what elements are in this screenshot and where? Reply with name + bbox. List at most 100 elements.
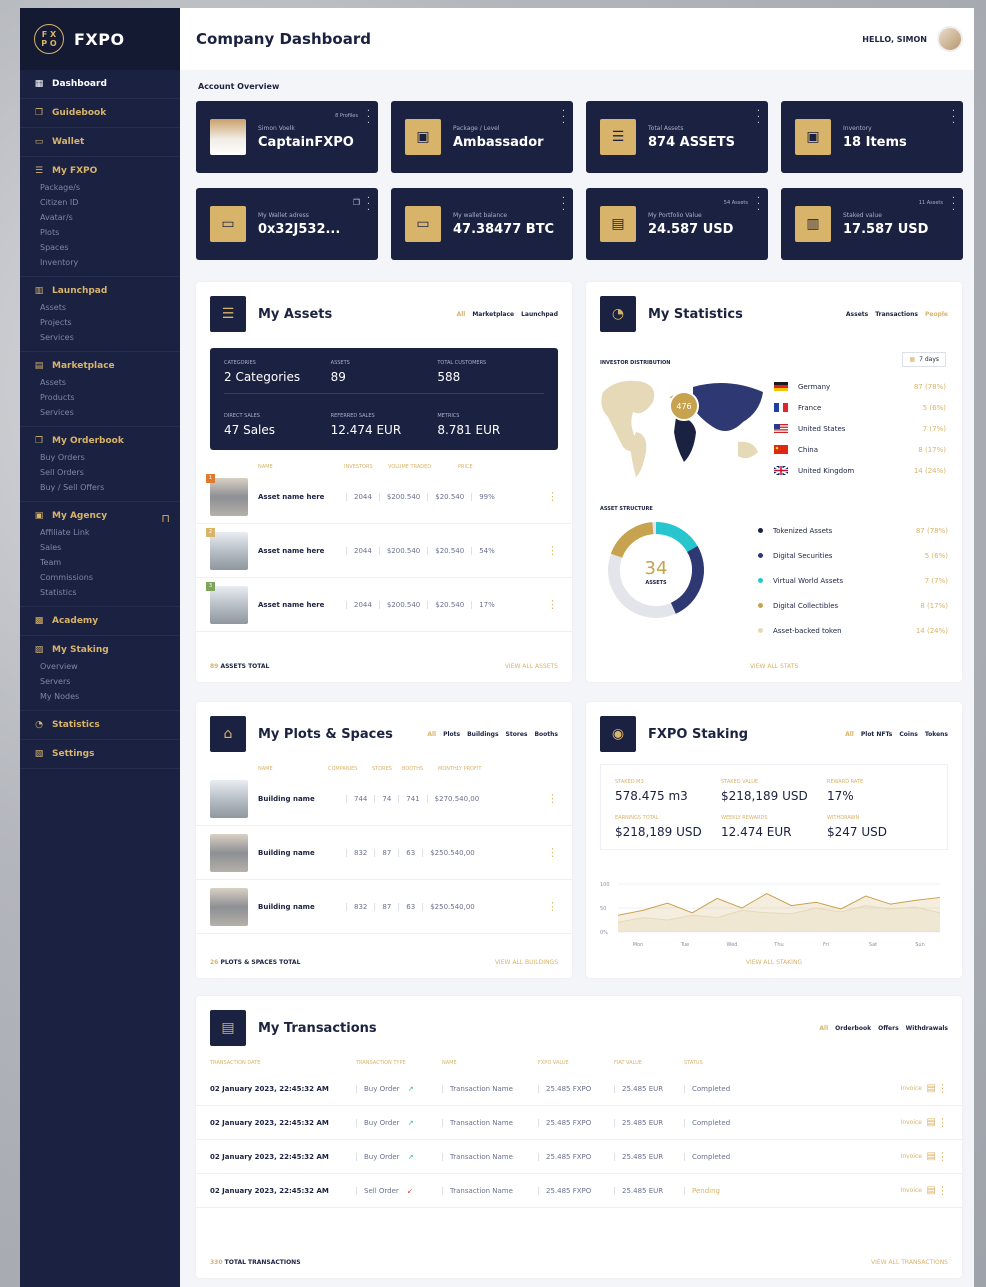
- invoice-icon[interactable]: ▤: [927, 1083, 936, 1094]
- sidebar-subitem[interactable]: Citizen ID: [20, 195, 180, 210]
- invoice-link[interactable]: Invoice: [901, 1187, 922, 1194]
- sidebar-subitem[interactable]: Assets: [20, 375, 180, 390]
- filter-tab-transactions[interactable]: Transactions: [875, 311, 918, 318]
- overview-card[interactable]: ▣ Inventory 18 Items · · ·: [781, 101, 963, 173]
- brand-logo[interactable]: F XP O FXPO: [20, 8, 180, 70]
- filter-tab-assets[interactable]: Assets: [846, 311, 868, 318]
- overview-card[interactable]: ▭ My Wallet adress 0x32J532... ❐ · · ·: [196, 188, 378, 260]
- kebab-menu-icon[interactable]: · · ·: [757, 194, 760, 216]
- sidebar-subitem[interactable]: Assets: [20, 300, 180, 315]
- kebab-menu-icon[interactable]: · · ·: [562, 194, 565, 216]
- kebab-menu-icon[interactable]: ⋮: [937, 1116, 948, 1129]
- sidebar-subitem[interactable]: Services: [20, 330, 180, 345]
- table-row[interactable]: Building name 832 87 63 $250.540,00 ⋮: [196, 880, 572, 934]
- table-row[interactable]: 2 Asset name here 2044 $200.540 $20.540 54% ⋮: [196, 524, 572, 578]
- overview-card[interactable]: ▥ Staked value 17.587 USD 11 Assets · · ·: [781, 188, 963, 260]
- avatar[interactable]: [937, 26, 963, 52]
- sidebar-subitem[interactable]: Statistics: [20, 585, 180, 600]
- sidebar-item-my-staking[interactable]: ▨ My Staking: [20, 636, 180, 659]
- kebab-menu-icon[interactable]: ⋮: [547, 900, 558, 913]
- sidebar-subitem[interactable]: Inventory: [20, 255, 180, 270]
- filter-tab-buildings[interactable]: Buildings: [467, 731, 498, 738]
- kebab-menu-icon[interactable]: ⋮: [547, 846, 558, 859]
- overview-card[interactable]: ▣ Package / Level Ambassador · · ·: [391, 101, 573, 173]
- sidebar-subitem[interactable]: Buy / Sell Offers: [20, 480, 180, 495]
- kebab-menu-icon[interactable]: · · ·: [367, 194, 370, 216]
- sidebar-subitem[interactable]: Overview: [20, 659, 180, 674]
- overview-card[interactable]: ☰ Total Assets 874 ASSETS · · ·: [586, 101, 768, 173]
- sidebar-subitem[interactable]: Package/s: [20, 180, 180, 195]
- sidebar-item-marketplace[interactable]: ▤ Marketplace: [20, 352, 180, 375]
- sidebar-subitem[interactable]: Sell Orders: [20, 465, 180, 480]
- overview-card[interactable]: ▭ My wallet balance 47.38477 BTC · · ·: [391, 188, 573, 260]
- sidebar-subitem[interactable]: Services: [20, 405, 180, 420]
- sidebar-subitem[interactable]: Team: [20, 555, 180, 570]
- invoice-link[interactable]: Invoice: [901, 1153, 922, 1160]
- filter-tab-all[interactable]: All: [427, 731, 436, 738]
- kebab-menu-icon[interactable]: ⋮: [937, 1082, 948, 1095]
- invoice-link[interactable]: Invoice: [901, 1119, 922, 1126]
- sidebar-subitem[interactable]: My Nodes: [20, 689, 180, 704]
- sidebar-item-wallet[interactable]: ▭ Wallet: [20, 128, 180, 157]
- filter-tab-people[interactable]: People: [925, 311, 948, 318]
- sidebar-subitem[interactable]: Spaces: [20, 240, 180, 255]
- kebab-menu-icon[interactable]: · · ·: [367, 107, 370, 129]
- table-row[interactable]: 1 Asset name here 2044 $200.540 $20.540 99% ⋮: [196, 470, 572, 524]
- filter-tab-withdrawals[interactable]: Withdrawals: [906, 1025, 948, 1032]
- sidebar-item-settings[interactable]: ▧ Settings: [20, 740, 180, 769]
- user-greeting[interactable]: HELLO, SIMON: [862, 26, 963, 52]
- view-all-transactions-link[interactable]: VIEW ALL TRANSACTIONS: [871, 1259, 948, 1266]
- filter-tab-booths[interactable]: Booths: [534, 731, 558, 738]
- sidebar-item-guidebook[interactable]: ❐ Guidebook: [20, 99, 180, 128]
- kebab-menu-icon[interactable]: ⋮: [547, 792, 558, 805]
- table-row[interactable]: Building name 744 74 741 $270.540,00 ⋮: [196, 772, 572, 826]
- view-all-stats-link[interactable]: VIEW ALL STATS: [586, 663, 962, 670]
- copy-icon[interactable]: ❐: [353, 198, 360, 207]
- kebab-menu-icon[interactable]: ⋮: [937, 1150, 948, 1163]
- sidebar-item-my-orderbook[interactable]: ❐ My Orderbook: [20, 427, 180, 450]
- sidebar-item-my-fxpo[interactable]: ☰ My FXPO: [20, 157, 180, 180]
- view-all-buildings-link[interactable]: VIEW ALL BUILDINGS: [495, 959, 558, 966]
- period-select[interactable]: ▦ 7 days: [902, 352, 946, 367]
- filter-tab-marketplace[interactable]: Marketplace: [472, 311, 514, 318]
- transaction-row[interactable]: 02 January 2023, 22:45:32 AM Buy Order ↗ T…: [196, 1072, 962, 1106]
- sidebar-subitem[interactable]: Affiliate Link: [20, 525, 180, 540]
- filter-tab-launchpad[interactable]: Launchpad: [521, 311, 558, 318]
- kebab-menu-icon[interactable]: · · ·: [562, 107, 565, 129]
- sidebar-subitem[interactable]: Sales: [20, 540, 180, 555]
- sidebar-item-academy[interactable]: ▩ Academy: [20, 607, 180, 636]
- transaction-row[interactable]: 02 January 2023, 22:45:32 AM Buy Order ↗ T…: [196, 1140, 962, 1174]
- invoice-icon[interactable]: ▤: [927, 1185, 936, 1196]
- sidebar-subitem[interactable]: Buy Orders: [20, 450, 180, 465]
- sidebar-subitem[interactable]: Commissions: [20, 570, 180, 585]
- sidebar-item-dashboard[interactable]: ▦ Dashboard: [20, 70, 180, 99]
- transaction-row[interactable]: 02 January 2023, 22:45:32 AM Buy Order ↗ T…: [196, 1106, 962, 1140]
- kebab-menu-icon[interactable]: · · ·: [757, 107, 760, 129]
- filter-tab-tokens[interactable]: Tokens: [925, 731, 948, 738]
- sidebar-item-my-agency[interactable]: ▣ My Agency ⊓: [20, 502, 180, 525]
- filter-tab-coins[interactable]: Coins: [899, 731, 917, 738]
- kebab-menu-icon[interactable]: · · ·: [952, 194, 955, 216]
- overview-card[interactable]: Simon Voelk CaptainFXPO 8 Profiles · · ·: [196, 101, 378, 173]
- kebab-menu-icon[interactable]: ⋮: [547, 544, 558, 557]
- table-row[interactable]: 3 Asset name here 2044 $200.540 $20.540 17% ⋮: [196, 578, 572, 632]
- filter-tab-all[interactable]: All: [457, 311, 466, 318]
- filter-tab-orderbook[interactable]: Orderbook: [835, 1025, 871, 1032]
- sidebar-subitem[interactable]: Avatar/s: [20, 210, 180, 225]
- filter-tab-stores[interactable]: Stores: [506, 731, 528, 738]
- sidebar-subitem[interactable]: Products: [20, 390, 180, 405]
- transaction-row[interactable]: 02 January 2023, 22:45:32 AM Sell Order ↙…: [196, 1174, 962, 1208]
- view-all-staking-link[interactable]: VIEW ALL STAKING: [586, 959, 962, 966]
- kebab-menu-icon[interactable]: ⋮: [547, 598, 558, 611]
- sidebar-subitem[interactable]: Projects: [20, 315, 180, 330]
- kebab-menu-icon[interactable]: ⋮: [547, 490, 558, 503]
- table-row[interactable]: Building name 832 87 63 $250.540,00 ⋮: [196, 826, 572, 880]
- kebab-menu-icon[interactable]: ⋮: [937, 1184, 948, 1197]
- filter-tab-offers[interactable]: Offers: [878, 1025, 899, 1032]
- view-all-assets-link[interactable]: VIEW ALL ASSETS: [505, 663, 558, 670]
- kebab-menu-icon[interactable]: · · ·: [952, 107, 955, 129]
- sidebar-subitem[interactable]: Plots: [20, 225, 180, 240]
- sidebar-item-statistics[interactable]: ◔ Statistics: [20, 711, 180, 740]
- sidebar-subitem[interactable]: Servers: [20, 674, 180, 689]
- overview-card[interactable]: ▤ My Portfolio Value 24.587 USD 54 Assets · ·…: [586, 188, 768, 260]
